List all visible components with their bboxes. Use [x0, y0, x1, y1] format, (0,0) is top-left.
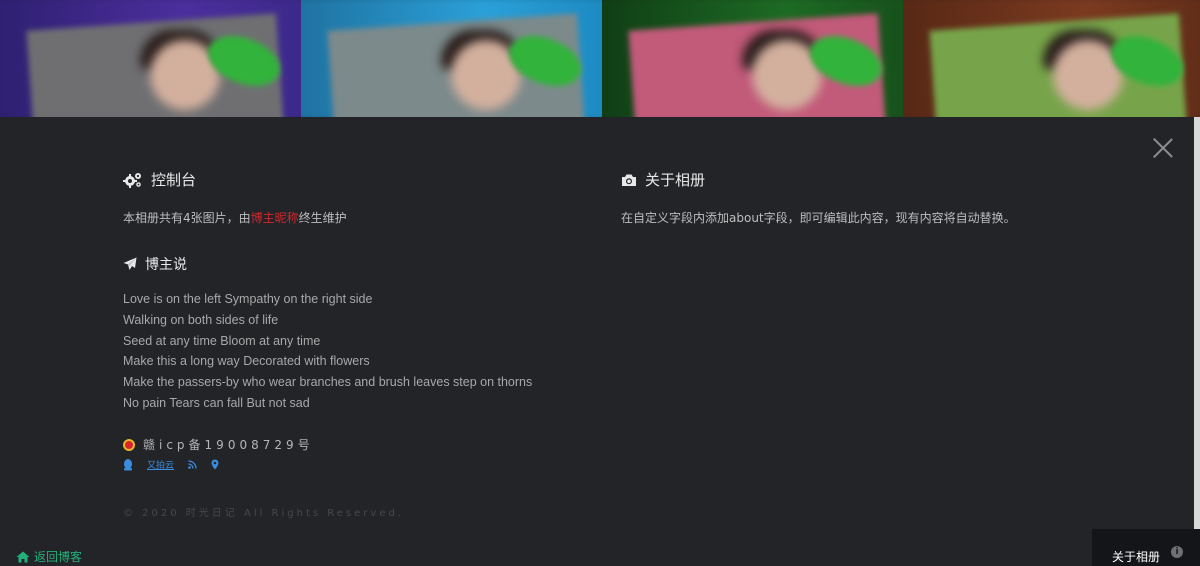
about-title: 关于相册 — [645, 171, 706, 189]
quote-line: Seed at any time Bloom at any time — [123, 333, 321, 348]
quote-line: Love is on the left Sympathy on the righ… — [123, 292, 373, 306]
console-title: 控制台 — [151, 171, 197, 189]
info-icon[interactable]: i — [1171, 546, 1183, 558]
photo-thumbnail[interactable] — [301, 0, 602, 117]
cloud-link[interactable]: 又拍云 — [147, 458, 174, 471]
quote-line: Make this a long way Decorated with flow… — [123, 354, 370, 369]
back-to-blog-link[interactable]: 返回博客 — [16, 548, 82, 565]
about-album-button[interactable]: 关于相册 — [1112, 548, 1160, 565]
home-icon — [16, 551, 30, 562]
blogger-quote: Love is on the left Sympathy on the righ… — [123, 289, 553, 414]
about-heading: 关于相册 — [621, 169, 705, 190]
back-label: 返回博客 — [34, 550, 83, 564]
quote-line: Walking on both sides of life — [123, 312, 279, 327]
owner-name[interactable]: 博主昵称 — [251, 211, 299, 225]
quote-line: No pain Tears can fall But not sad — [123, 395, 310, 410]
console-heading: 控制台 — [123, 169, 196, 190]
photo-thumbnail[interactable] — [903, 0, 1200, 117]
map-pin-icon[interactable] — [211, 459, 219, 470]
about-description: 在自定义字段内添加about字段，即可编辑此内容，现有内容将自动替换。 — [621, 211, 1016, 225]
qq-icon[interactable] — [123, 458, 133, 471]
blogger-title: 博主说 — [145, 257, 187, 273]
console-description: 本相册共有4张图片，由博主昵称终生维护 — [123, 211, 347, 225]
footer-links: 又拍云 — [123, 458, 219, 471]
scrollbar[interactable] — [1194, 117, 1200, 529]
blogger-heading: 博主说 — [123, 254, 187, 274]
copyright: © 2020 时光日记 All Rights Reserved. — [123, 508, 405, 519]
icp-text: 赣icp备19008729号 — [143, 438, 314, 452]
quote-line: Make the passers-by who wear branches an… — [123, 375, 533, 390]
national-emblem-icon — [123, 438, 135, 451]
photo-thumbnail[interactable] — [0, 0, 301, 117]
paper-plane-icon — [123, 257, 137, 270]
close-icon[interactable] — [1152, 137, 1174, 159]
rss-icon[interactable] — [188, 460, 197, 469]
photo-thumbnail[interactable] — [602, 0, 903, 117]
camera-icon — [622, 174, 636, 186]
icp-record[interactable]: 赣icp备19008729号 — [123, 436, 314, 453]
gears-icon — [123, 172, 141, 188]
bottom-bar — [0, 529, 1200, 566]
photo-strip — [0, 0, 1200, 117]
